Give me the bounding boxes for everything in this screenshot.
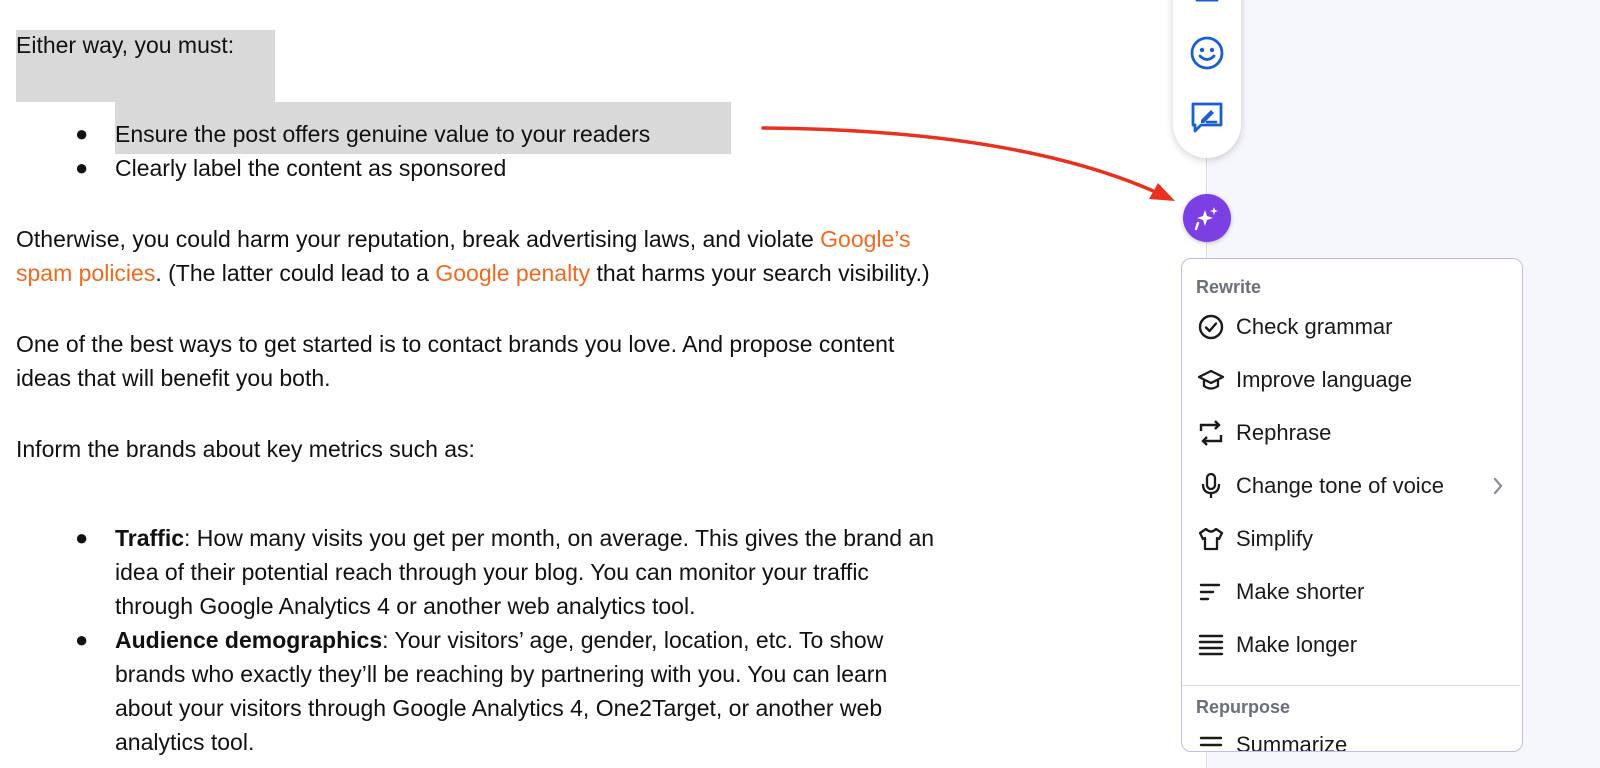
chevron-right-icon	[1492, 476, 1504, 501]
emoji-icon[interactable]	[1187, 33, 1227, 73]
ai-rewrite-menu: Rewrite Check grammar Improve language R…	[1181, 258, 1523, 752]
menu-item-check-grammar[interactable]: Check grammar	[1182, 305, 1520, 349]
send-icon[interactable]	[1187, 0, 1227, 28]
tshirt-icon	[1196, 524, 1226, 554]
rephrase-arrows-icon	[1196, 418, 1226, 448]
microphone-icon	[1196, 471, 1226, 501]
section-label-rewrite: Rewrite	[1196, 277, 1262, 297]
check-circle-icon	[1196, 312, 1226, 342]
summarize-icon	[1196, 730, 1226, 751]
graduation-cap-icon	[1196, 365, 1226, 395]
menu-item-improve-language[interactable]: Improve language	[1182, 358, 1520, 402]
edit-note-icon[interactable]	[1187, 98, 1227, 138]
section-label-repurpose: Repurpose	[1196, 697, 1291, 717]
menu-divider	[1182, 685, 1520, 686]
menu-item-rephrase[interactable]: Rephrase	[1182, 411, 1520, 455]
floating-toolbar	[1173, 0, 1241, 158]
menu-item-simplify[interactable]: Simplify	[1182, 517, 1520, 561]
menu-item-summarize[interactable]: Summarize	[1182, 723, 1520, 751]
long-lines-icon	[1196, 630, 1226, 660]
sparkle-chat-icon[interactable]	[1183, 194, 1231, 242]
menu-item-make-longer[interactable]: Make longer	[1182, 623, 1520, 667]
menu-item-make-shorter[interactable]: Make shorter	[1182, 570, 1520, 614]
short-lines-icon	[1196, 577, 1226, 607]
menu-item-change-tone[interactable]: Change tone of voice	[1182, 464, 1520, 508]
